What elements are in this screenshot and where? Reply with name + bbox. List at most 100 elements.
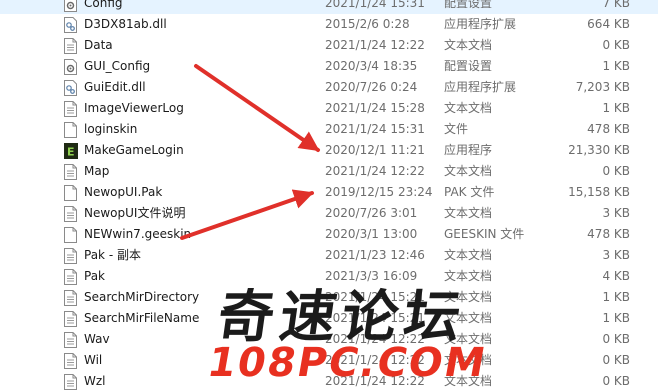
text-file-icon <box>64 164 77 180</box>
settings-file-icon <box>64 0 77 12</box>
file-size: 4 KB <box>602 269 630 283</box>
file-modified-date: 2020/3/1 13:00 <box>325 227 418 241</box>
file-row[interactable]: NewopUI文件说明 2020/7/26 3:01 文本文档 3 KB <box>0 203 658 224</box>
file-row[interactable]: Pak 2021/3/3 16:09 文本文档 4 KB <box>0 266 658 287</box>
file-name: NewopUI文件说明 <box>84 206 186 220</box>
file-type: 文本文档 <box>444 269 493 283</box>
file-size: 7,203 KB <box>575 80 630 94</box>
text-file-icon <box>64 248 77 264</box>
file-modified-date: 2021/1/24 15:31 <box>325 0 425 10</box>
file-row[interactable]: ImageViewerLog 2021/1/24 15:28 文本文档 1 KB <box>0 98 658 119</box>
generic-file-icon <box>64 227 77 243</box>
file-name: Data <box>84 38 113 52</box>
file-size: 478 KB <box>587 122 630 136</box>
file-name: Pak - 副本 <box>84 248 141 262</box>
file-name: NewopUI.Pak <box>84 185 163 199</box>
file-type: 应用程序扩展 <box>444 17 517 31</box>
file-type: 应用程序 <box>444 143 493 157</box>
file-modified-date: 2020/7/26 0:24 <box>325 80 418 94</box>
file-modified-date: 2021/1/24 12:22 <box>325 164 425 178</box>
file-row[interactable]: NEWwin7.geeskin 2020/3/1 13:00 GEESKIN 文件 4… <box>0 224 658 245</box>
file-type: 文本文档 <box>444 248 493 262</box>
file-name: ImageViewerLog <box>84 101 184 115</box>
file-name: Wav <box>84 332 110 346</box>
file-size: 1 KB <box>602 59 630 73</box>
file-row[interactable]: E MakeGameLogin 2020/12/1 11:21 应用程序 21,330 … <box>0 140 658 161</box>
file-name: GUI_Config <box>84 59 151 73</box>
file-size: 1 KB <box>602 290 630 304</box>
generic-file-icon <box>64 122 77 138</box>
file-name: MakeGameLogin <box>84 143 184 157</box>
svg-text:E: E <box>67 146 75 159</box>
text-file-icon <box>64 332 77 348</box>
generic-file-icon <box>64 185 77 201</box>
file-name: Pak <box>84 269 105 283</box>
text-file-icon <box>64 269 77 285</box>
file-size: 15,158 KB <box>568 185 630 199</box>
file-row[interactable]: Map 2021/1/24 12:22 文本文档 0 KB <box>0 161 658 182</box>
file-name: GuiEdit.dll <box>84 80 146 94</box>
file-size: 0 KB <box>602 38 630 52</box>
file-type: 文本文档 <box>444 206 493 220</box>
file-row[interactable]: GUI_Config 2020/3/4 18:35 配置设置 1 KB <box>0 56 658 77</box>
file-row[interactable]: GuiEdit.dll 2020/7/26 0:24 应用程序扩展 7,203 KB <box>0 77 658 98</box>
file-name: loginskin <box>84 122 138 136</box>
text-file-icon <box>64 206 77 222</box>
file-modified-date: 2021/1/24 15:28 <box>325 101 425 115</box>
file-size: 0 KB <box>602 353 630 367</box>
file-modified-date: 2021/1/24 15:31 <box>325 122 425 136</box>
file-size: 0 KB <box>602 374 630 388</box>
file-type: 文本文档 <box>444 38 493 52</box>
text-file-icon <box>64 290 77 306</box>
file-modified-date: 2020/3/4 18:35 <box>325 59 418 73</box>
file-modified-date: 2021/1/24 12:22 <box>325 38 425 52</box>
dll-file-icon <box>64 80 77 96</box>
settings-file-icon <box>64 59 77 75</box>
file-row[interactable]: loginskin 2021/1/24 15:31 文件 478 KB <box>0 119 658 140</box>
file-row[interactable]: D3DX81ab.dll 2015/2/6 0:28 应用程序扩展 664 KB <box>0 14 658 35</box>
file-name: Map <box>84 164 110 178</box>
file-size: 664 KB <box>587 17 630 31</box>
file-modified-date: 2020/7/26 3:01 <box>325 206 418 220</box>
file-row[interactable]: Config 2021/1/24 15:31 配置设置 7 KB <box>0 0 658 14</box>
file-type: PAK 文件 <box>444 185 495 199</box>
file-modified-date: 2021/1/23 12:46 <box>325 248 425 262</box>
file-size: 1 KB <box>602 311 630 325</box>
text-file-icon <box>64 101 77 117</box>
file-row[interactable]: Pak - 副本 2021/1/23 12:46 文本文档 3 KB <box>0 245 658 266</box>
file-name: Wil <box>84 353 103 367</box>
file-name: D3DX81ab.dll <box>84 17 167 31</box>
app-exe-icon: E <box>64 143 78 159</box>
file-size: 21,330 KB <box>568 143 630 157</box>
file-size: 7 KB <box>602 0 630 10</box>
file-size: 478 KB <box>587 227 630 241</box>
file-size: 1 KB <box>602 101 630 115</box>
file-type: GEESKIN 文件 <box>444 227 525 241</box>
file-type: 文本文档 <box>444 101 493 115</box>
file-size: 0 KB <box>602 164 630 178</box>
file-modified-date: 2019/12/15 23:24 <box>325 185 433 199</box>
file-type: 文件 <box>444 122 469 136</box>
file-modified-date: 2015/2/6 0:28 <box>325 17 410 31</box>
file-row[interactable]: NewopUI.Pak 2019/12/15 23:24 PAK 文件 15,158 … <box>0 182 658 203</box>
file-name: NEWwin7.geeskin <box>84 227 192 241</box>
file-type: 应用程序扩展 <box>444 80 517 94</box>
file-name: SearchMirFileName <box>84 311 200 325</box>
file-modified-date: 2021/3/3 16:09 <box>325 269 418 283</box>
file-type: 配置设置 <box>444 59 493 73</box>
file-size: 3 KB <box>602 206 630 220</box>
file-type: 文本文档 <box>444 164 493 178</box>
file-size: 3 KB <box>602 248 630 262</box>
file-row[interactable]: Data 2021/1/24 12:22 文本文档 0 KB <box>0 35 658 56</box>
file-name: SearchMirDirectory <box>84 290 200 304</box>
watermark-site: 108PC.COM <box>203 340 491 386</box>
file-name: Wzl <box>84 374 106 388</box>
file-size: 0 KB <box>602 332 630 346</box>
file-modified-date: 2020/12/1 11:21 <box>325 143 425 157</box>
text-file-icon <box>64 38 77 54</box>
text-file-icon <box>64 353 77 369</box>
text-file-icon <box>64 311 77 327</box>
dll-file-icon <box>64 17 77 33</box>
file-name: Config <box>84 0 123 10</box>
file-type: 配置设置 <box>444 0 493 10</box>
